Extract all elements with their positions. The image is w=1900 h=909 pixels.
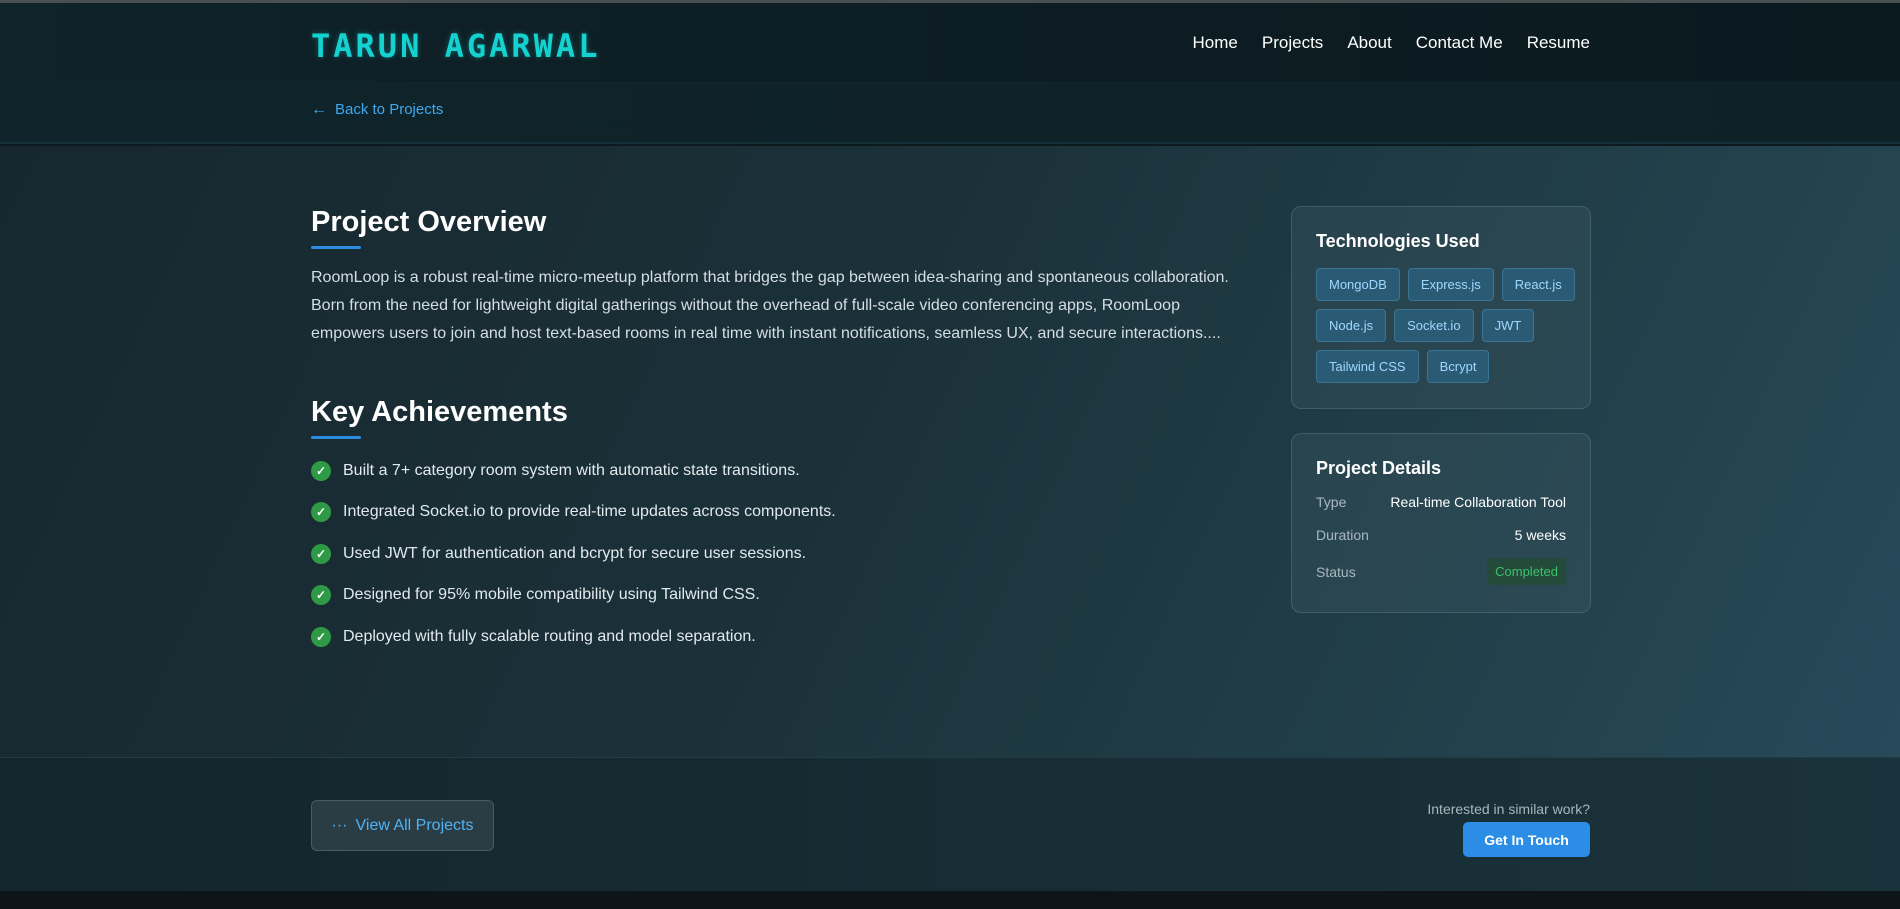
detail-label: Type — [1316, 494, 1347, 510]
overview-title: Project Overview — [311, 206, 547, 238]
tech-tag-nodejs: Node.js — [1316, 309, 1387, 342]
project-details-card: Project Details Type Real-time Collabora… — [1291, 433, 1591, 613]
check-circle-icon: ✓ — [311, 460, 331, 481]
list-item: ✓ Designed for 95% mobile compatibility u… — [311, 575, 836, 617]
detail-value: Real-time Collaboration Tool — [1390, 494, 1566, 510]
technologies-title: Technologies Used — [1316, 231, 1480, 251]
overview-text: RoomLoop is a robust real-time micro-mee… — [311, 269, 1229, 342]
details-title: Project Details — [1316, 458, 1442, 478]
achievements-title: Key Achievements — [311, 396, 568, 428]
project-main: Project Overview RoomLoop is a robust re… — [0, 146, 1900, 757]
detail-value: 5 weeks — [1514, 527, 1566, 543]
nav-contact[interactable]: Contact Me — [1416, 33, 1503, 53]
technology-tags: MongoDB Express.js React.js Node.js Sock… — [1316, 268, 1576, 383]
detail-label: Status — [1316, 563, 1356, 580]
nav-home[interactable]: Home — [1193, 33, 1238, 53]
detail-row-type: Type Real-time Collaboration Tool — [1316, 494, 1566, 510]
achievements-list: ✓ Built a 7+ category room system with au… — [311, 450, 836, 658]
list-item: ✓ Used JWT for authentication and bcrypt … — [311, 533, 836, 575]
nav-projects[interactable]: Projects — [1262, 33, 1323, 53]
bottom-strip — [0, 891, 1900, 909]
tech-tag-tailwind: Tailwind CSS — [1316, 350, 1419, 383]
technologies-card: Technologies Used MongoDB Express.js Rea… — [1291, 206, 1591, 409]
detail-label: Duration — [1316, 527, 1369, 543]
detail-row-duration: Duration 5 weeks — [1316, 527, 1566, 543]
achievement-text: Used JWT for authentication and bcrypt f… — [343, 544, 807, 562]
tech-tag-mongodb: MongoDB — [1316, 268, 1400, 301]
nav-about[interactable]: About — [1347, 33, 1391, 53]
site-logo[interactable]: TARUN AGARWAL — [311, 27, 600, 65]
achievement-text: Integrated Socket.io to provide real-tim… — [343, 503, 836, 521]
check-circle-icon: ✓ — [311, 543, 331, 564]
project-footer: ··· View All Projects Interested in simi… — [0, 757, 1900, 891]
back-link-label: Back to Projects — [335, 101, 444, 118]
list-item: ✓ Built a 7+ category room system with au… — [311, 450, 836, 492]
main-nav: Home Projects About Contact Me Resume — [1193, 33, 1590, 53]
status-badge: Completed — [1487, 558, 1566, 585]
arrow-left-icon: ← — [311, 100, 327, 118]
view-all-label: View All Projects — [355, 816, 474, 834]
list-item: ✓ Integrated Socket.io to provide real-ti… — [311, 492, 836, 534]
achievements-underline — [311, 436, 361, 439]
tech-tag-expressjs: Express.js — [1407, 268, 1494, 301]
achievement-text: Deployed with fully scalable routing and… — [343, 627, 756, 645]
overview-underline — [311, 246, 361, 249]
tech-tag-reactjs: React.js — [1501, 268, 1575, 301]
achievement-text: Built a 7+ category room system with aut… — [343, 461, 800, 479]
dots-icon: ··· — [331, 816, 348, 834]
back-to-projects-link[interactable]: ← Back to Projects — [311, 101, 443, 118]
site-header: TARUN AGARWAL Home Projects About Contac… — [0, 3, 1900, 83]
interest-text: Interested in similar work? — [1427, 801, 1590, 817]
nav-resume[interactable]: Resume — [1527, 33, 1590, 53]
list-item: ✓ Deployed with fully scalable routing an… — [311, 616, 836, 658]
check-circle-icon: ✓ — [311, 585, 331, 606]
detail-row-status: Status Completed — [1316, 558, 1566, 585]
tech-tag-socketio: Socket.io — [1394, 309, 1474, 342]
tech-tag-bcrypt: Bcrypt — [1426, 350, 1490, 383]
get-in-touch-button[interactable]: Get In Touch — [1463, 822, 1590, 857]
back-bar: ← Back to Projects — [0, 83, 1900, 144]
tech-tag-jwt: JWT — [1481, 309, 1535, 342]
check-circle-icon: ✓ — [311, 626, 331, 647]
achievement-text: Designed for 95% mobile compatibility us… — [343, 586, 760, 604]
view-all-projects-button[interactable]: ··· View All Projects — [311, 800, 494, 851]
check-circle-icon: ✓ — [311, 502, 331, 523]
